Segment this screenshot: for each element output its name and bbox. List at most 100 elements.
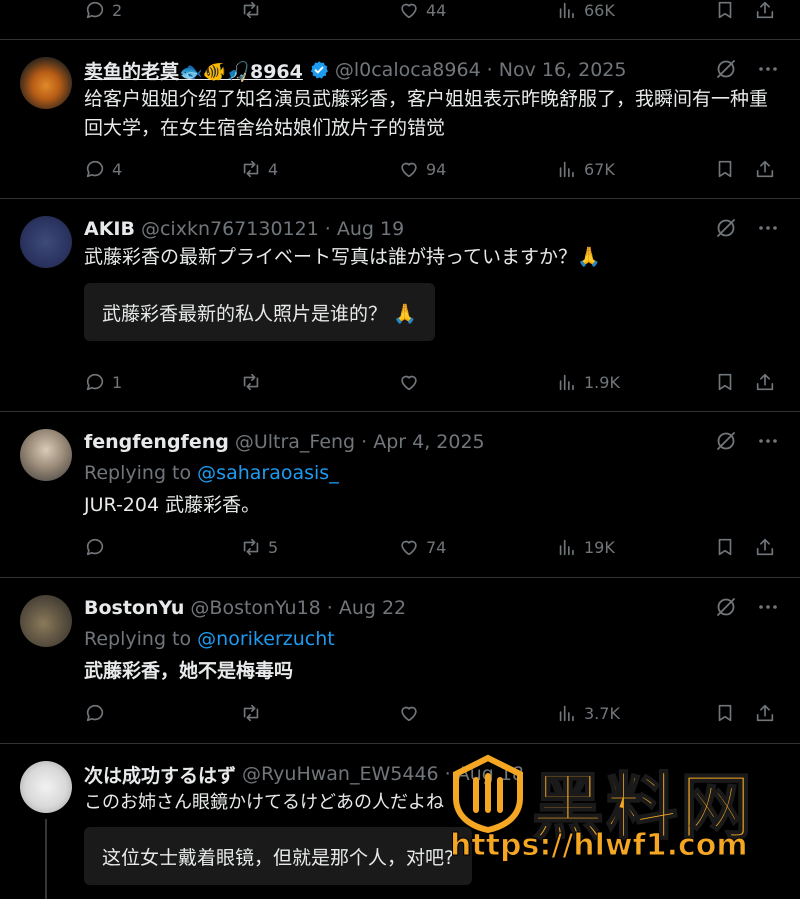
views-icon xyxy=(556,536,578,558)
grok-icon[interactable] xyxy=(714,595,738,619)
tweet[interactable]: fengfengfeng @Ultra_Feng · Apr 4, 2025 R… xyxy=(0,427,800,567)
more-options-icon[interactable] xyxy=(756,595,780,619)
translation-text: 这位女士戴着眼镜，但就是那个人，对吧? xyxy=(102,846,455,869)
grok-icon[interactable] xyxy=(714,57,738,81)
tweet[interactable]: BostonYu @BostonYu18 · Aug 22 Replying t… xyxy=(0,593,800,733)
display-name[interactable]: AKIB xyxy=(84,218,135,240)
share-button[interactable] xyxy=(754,368,776,396)
share-icon xyxy=(754,371,776,393)
reply-icon xyxy=(84,702,106,724)
reply-icon xyxy=(84,158,106,180)
grok-icon[interactable] xyxy=(714,216,738,240)
share-button[interactable] xyxy=(754,0,776,24)
reply-icon xyxy=(84,0,106,21)
tweet-header: 卖鱼的老莫🐟🐠🎣8964 @l0caloca8964 · Nov 16, 202… xyxy=(84,55,626,85)
retweet-button[interactable] xyxy=(240,368,268,396)
divider xyxy=(0,411,800,412)
like-button[interactable]: 94 xyxy=(398,155,446,183)
share-button[interactable] xyxy=(754,533,776,561)
reply-button[interactable]: 4 xyxy=(84,155,122,183)
avatar[interactable] xyxy=(20,595,72,647)
display-name[interactable]: 次は成功するはず xyxy=(84,761,236,788)
divider xyxy=(0,39,800,40)
bookmark-button[interactable] xyxy=(714,368,736,396)
tweet-header-icons xyxy=(714,429,780,453)
views-button[interactable]: 1.9K xyxy=(556,368,620,396)
share-button[interactable] xyxy=(754,155,776,183)
share-icon xyxy=(754,0,776,21)
views-button[interactable]: 67K xyxy=(556,155,615,183)
like-button[interactable] xyxy=(398,699,426,727)
display-name[interactable]: 卖鱼的老莫🐟🐠🎣8964 xyxy=(84,57,303,84)
bookmark-icon xyxy=(714,702,736,724)
grok-icon[interactable] xyxy=(714,429,738,453)
heart-icon xyxy=(398,702,420,724)
heart-icon xyxy=(398,371,420,393)
watermark: 黑料网 https://hlwf1.com xyxy=(440,748,800,892)
handle[interactable]: @cixkn767130121 xyxy=(141,218,319,240)
handle[interactable]: @BostonYu18 xyxy=(190,597,320,619)
avatar[interactable] xyxy=(20,761,72,813)
reply-button[interactable] xyxy=(84,699,112,727)
handle[interactable]: @Ultra_Feng xyxy=(235,431,355,453)
views-button[interactable]: 19K xyxy=(556,533,615,561)
thread-line xyxy=(45,819,47,899)
display-name[interactable]: fengfengfeng xyxy=(84,431,229,453)
handle[interactable]: @RyuHwan_EW5446 xyxy=(242,763,439,785)
bookmark-button[interactable] xyxy=(714,699,736,727)
timestamp[interactable]: · Apr 4, 2025 xyxy=(361,431,485,453)
avatar[interactable] xyxy=(20,57,72,109)
views-button[interactable]: 3.7K xyxy=(556,699,620,727)
avatar[interactable] xyxy=(20,429,72,481)
translation-text: 武藤彩香最新的私人照片是谁的？ 🙏 xyxy=(102,302,417,325)
handle[interactable]: @l0caloca8964 xyxy=(335,59,481,81)
retweet-icon xyxy=(240,0,262,21)
heart-icon xyxy=(398,158,420,180)
bookmark-button[interactable] xyxy=(714,533,736,561)
share-icon xyxy=(754,702,776,724)
retweet-icon xyxy=(240,158,262,180)
tweet[interactable]: 卖鱼的老莫🐟🐠🎣8964 @l0caloca8964 · Nov 16, 202… xyxy=(0,55,800,185)
verified-badge-icon xyxy=(309,60,329,80)
mention-link[interactable]: @norikerzucht xyxy=(197,628,335,650)
reply-button[interactable] xyxy=(84,533,112,561)
bookmark-button[interactable] xyxy=(714,0,736,24)
bookmark-icon xyxy=(714,158,736,180)
replying-to: Replying to @norikerzucht xyxy=(84,628,335,650)
display-name[interactable]: BostonYu xyxy=(84,597,184,619)
share-button[interactable] xyxy=(754,699,776,727)
mention-link[interactable]: @saharaoasis_ xyxy=(197,462,339,484)
action-bar: 2 44 66K xyxy=(84,0,784,24)
heart-icon xyxy=(398,0,420,21)
reply-icon xyxy=(84,371,106,393)
retweet-button[interactable]: 4 xyxy=(240,155,278,183)
watermark-logo-icon xyxy=(453,754,523,834)
bookmark-button[interactable] xyxy=(714,155,736,183)
like-button[interactable]: 74 xyxy=(398,533,446,561)
retweet-button[interactable]: 5 xyxy=(240,533,278,561)
avatar[interactable] xyxy=(20,216,72,268)
divider xyxy=(0,577,800,578)
timestamp[interactable]: · Aug 22 xyxy=(327,597,406,619)
more-options-icon[interactable] xyxy=(756,57,780,81)
retweet-button[interactable] xyxy=(240,0,268,24)
retweet-icon xyxy=(240,371,262,393)
timestamp[interactable]: · Aug 19 xyxy=(325,218,404,240)
like-button[interactable]: 44 xyxy=(398,0,446,24)
timestamp[interactable]: · Nov 16, 2025 xyxy=(487,59,627,81)
reply-button[interactable]: 1 xyxy=(84,368,122,396)
views-icon xyxy=(556,0,578,21)
more-options-icon[interactable] xyxy=(756,216,780,240)
like-button[interactable] xyxy=(398,368,426,396)
share-icon xyxy=(754,158,776,180)
views-button[interactable]: 66K xyxy=(556,0,615,24)
reply-button[interactable]: 2 xyxy=(84,0,122,24)
retweet-button[interactable] xyxy=(240,699,268,727)
divider xyxy=(0,743,800,744)
tweet-text: JUR-204 武藤彩香。 xyxy=(84,494,261,516)
views-icon xyxy=(556,371,578,393)
more-options-icon[interactable] xyxy=(756,429,780,453)
tweet[interactable]: AKIB @cixkn767130121 · Aug 19 武藤彩香の最新プライ… xyxy=(0,214,800,404)
heart-icon xyxy=(398,536,420,558)
tweet-header-icons xyxy=(714,595,780,619)
